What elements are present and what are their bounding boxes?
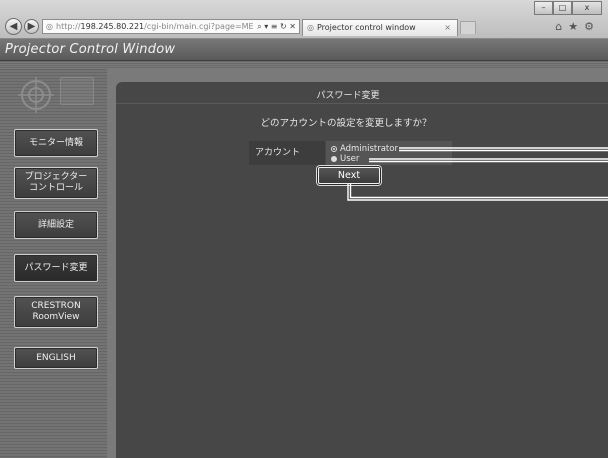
address-tools[interactable]: ⌕ ▾ ≡ ↻ ✕ xyxy=(254,20,299,33)
sidebar-item-label: 詳細設定 xyxy=(37,219,74,230)
app-title: Projector Control Window xyxy=(5,42,176,57)
app-header: Projector Control Window xyxy=(0,39,608,61)
address-path: /cgi-bin/main.cgi?page=MENU_I xyxy=(144,22,272,31)
back-icon[interactable]: ◀ xyxy=(5,18,22,35)
browser-right-icons[interactable]: ⌂★⚙ xyxy=(555,19,600,34)
sidebar-item-password-change[interactable]: パスワード変更 xyxy=(14,254,98,282)
page-title: パスワード変更 xyxy=(316,91,380,101)
radio-administrator-label: Administrator xyxy=(340,143,398,154)
radio-user-label: User xyxy=(340,153,360,164)
radio-icon[interactable] xyxy=(331,155,337,162)
address-scheme: http:// xyxy=(56,22,81,31)
sidebar-item-monitor-info[interactable]: モニター情報 xyxy=(14,129,98,157)
sidebar-item-label: パスワード変更 xyxy=(24,262,88,273)
close-window-button[interactable]: x xyxy=(572,1,602,15)
minimize-button[interactable]: – xyxy=(534,1,553,15)
logo-box xyxy=(60,77,94,105)
sidebar-item-projector-control[interactable]: プロジェクター コントロール xyxy=(14,167,98,199)
sidebar-item-label: CRESTRON RoomView xyxy=(31,301,81,322)
account-label: アカウント xyxy=(249,141,325,165)
address-host: 198.245.80.221 xyxy=(80,22,145,31)
sidebar-item-label: ENGLISH xyxy=(36,352,76,363)
tab-page-icon: ◎ xyxy=(307,23,314,32)
home-icon[interactable]: ⌂ xyxy=(555,20,568,33)
browser-tab[interactable]: ◎ Projector control window × xyxy=(302,19,458,36)
sidebar-item-crestron-roomview[interactable]: CRESTRON RoomView xyxy=(14,296,98,328)
page-icon: ◎ xyxy=(46,22,53,31)
tab-close-icon[interactable]: × xyxy=(444,20,451,36)
gear-icon[interactable]: ⚙ xyxy=(584,20,600,33)
radio-user[interactable]: User xyxy=(331,153,359,164)
window-controls: – □ x xyxy=(534,1,602,15)
next-button[interactable]: Next xyxy=(318,167,380,184)
title-divider xyxy=(116,103,608,104)
account-question: どのアカウントの設定を変更しますか？ xyxy=(260,118,432,129)
tab-label: Projector control window xyxy=(316,23,416,32)
content-panel xyxy=(116,82,608,458)
radio-selected-icon[interactable] xyxy=(331,145,337,152)
address-bar[interactable]: ◎ http://198.245.80.221/cgi-bin/main.cgi?… xyxy=(42,19,300,34)
sidebar-item-label: モニター情報 xyxy=(28,137,83,148)
projector-logo-icon xyxy=(18,77,54,113)
forward-icon[interactable]: ▶ xyxy=(24,19,39,34)
account-options: Administrator User xyxy=(326,141,452,165)
header-stripe xyxy=(0,61,608,69)
browser-toolbar: – □ x ◀ ▶ ◎ http://198.245.80.221/cgi-bin… xyxy=(0,0,608,39)
sidebar-item-label: プロジェクター コントロール xyxy=(24,172,88,193)
maximize-button[interactable]: □ xyxy=(553,1,572,15)
star-icon[interactable]: ★ xyxy=(568,20,584,33)
new-tab-button[interactable] xyxy=(460,21,476,34)
sidebar-item-english[interactable]: ENGLISH xyxy=(14,347,98,369)
sidebar-item-detailed-settings[interactable]: 詳細設定 xyxy=(14,211,98,239)
